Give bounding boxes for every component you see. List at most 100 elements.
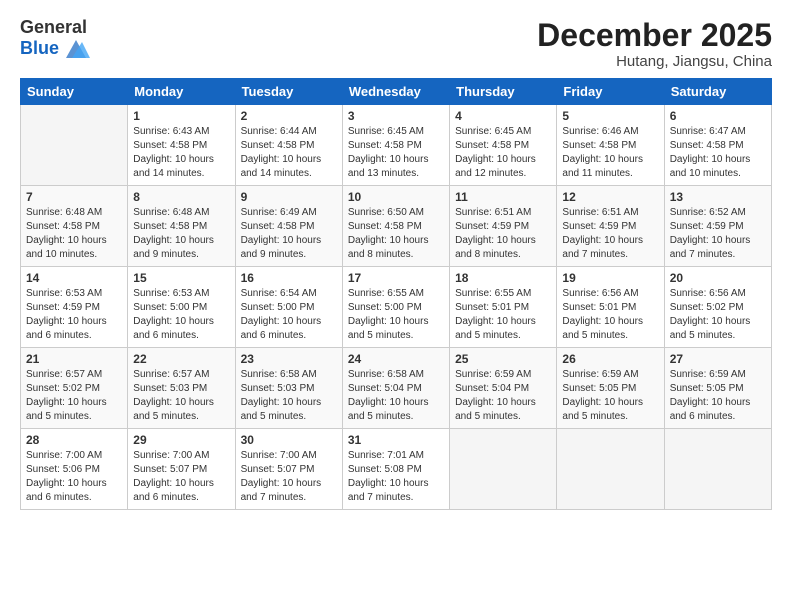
month-title: December 2025: [537, 18, 772, 53]
calendar-week-row: 1 Sunrise: 6:43 AM Sunset: 4:58 PM Daylig…: [21, 105, 772, 186]
day-number: 21: [26, 352, 122, 366]
calendar-table: Sunday Monday Tuesday Wednesday Thursday…: [20, 78, 772, 510]
day-number: 5: [562, 109, 658, 123]
table-row: 30 Sunrise: 7:00 AM Sunset: 5:07 PM Dayli…: [235, 429, 342, 510]
table-row: 16Sunrise: 6:54 AM Sunset: 5:00 PM Dayli…: [235, 267, 342, 348]
table-row: 2 Sunrise: 6:44 AM Sunset: 4:58 PM Daylig…: [235, 105, 342, 186]
day-info: Sunrise: 6:53 AM Sunset: 5:00 PM Dayligh…: [133, 287, 229, 343]
day-number: 1: [133, 109, 229, 123]
table-row: 17Sunrise: 6:55 AM Sunset: 5:00 PM Dayli…: [342, 267, 449, 348]
day-info: Sunrise: 6:46 AM Sunset: 4:58 PM Dayligh…: [562, 125, 658, 181]
day-info: Sunrise: 6:49 AM Sunset: 4:58 PM Dayligh…: [241, 206, 337, 262]
day-info: Sunrise: 6:44 AM Sunset: 4:58 PM Dayligh…: [241, 125, 337, 181]
col-wednesday: Wednesday: [342, 79, 449, 105]
table-row: [664, 429, 771, 510]
col-thursday: Thursday: [450, 79, 557, 105]
day-number: 18: [455, 271, 551, 285]
page-container: General Blue December 2025 Hutang, Jiang…: [0, 0, 792, 520]
day-number: 12: [562, 190, 658, 204]
day-info: Sunrise: 6:45 AM Sunset: 4:58 PM Dayligh…: [348, 125, 444, 181]
day-number: 14: [26, 271, 122, 285]
day-info: Sunrise: 6:45 AM Sunset: 4:58 PM Dayligh…: [455, 125, 551, 181]
table-row: 20 Sunrise: 6:56 AM Sunset: 5:02 PM Dayli…: [664, 267, 771, 348]
table-row: 31Sunrise: 7:01 AM Sunset: 5:08 PM Dayli…: [342, 429, 449, 510]
day-number: 8: [133, 190, 229, 204]
col-tuesday: Tuesday: [235, 79, 342, 105]
day-info: Sunrise: 6:54 AM Sunset: 5:00 PM Dayligh…: [241, 287, 337, 343]
table-row: 28 Sunrise: 7:00 AM Sunset: 5:06 PM Dayli…: [21, 429, 128, 510]
table-row: 3 Sunrise: 6:45 AM Sunset: 4:58 PM Daylig…: [342, 105, 449, 186]
day-number: 28: [26, 433, 122, 447]
day-number: 17: [348, 271, 444, 285]
day-info: Sunrise: 6:51 AM Sunset: 4:59 PM Dayligh…: [455, 206, 551, 262]
day-number: 10: [348, 190, 444, 204]
day-number: 13: [670, 190, 766, 204]
col-sunday: Sunday: [21, 79, 128, 105]
table-row: 4 Sunrise: 6:45 AM Sunset: 4:58 PM Daylig…: [450, 105, 557, 186]
calendar-week-row: 28 Sunrise: 7:00 AM Sunset: 5:06 PM Dayli…: [21, 429, 772, 510]
day-info: Sunrise: 6:55 AM Sunset: 5:01 PM Dayligh…: [455, 287, 551, 343]
table-row: 15 Sunrise: 6:53 AM Sunset: 5:00 PM Dayli…: [128, 267, 235, 348]
calendar-week-row: 7 Sunrise: 6:48 AM Sunset: 4:58 PM Daylig…: [21, 186, 772, 267]
table-row: 9 Sunrise: 6:49 AM Sunset: 4:58 PM Daylig…: [235, 186, 342, 267]
day-info: Sunrise: 7:00 AM Sunset: 5:07 PM Dayligh…: [241, 449, 337, 505]
day-number: 20: [670, 271, 766, 285]
day-number: 31: [348, 433, 444, 447]
table-row: 13 Sunrise: 6:52 AM Sunset: 4:59 PM Dayli…: [664, 186, 771, 267]
day-number: 29: [133, 433, 229, 447]
table-row: 10 Sunrise: 6:50 AM Sunset: 4:58 PM Dayli…: [342, 186, 449, 267]
table-row: 26Sunrise: 6:59 AM Sunset: 5:05 PM Dayli…: [557, 348, 664, 429]
table-row: 18 Sunrise: 6:55 AM Sunset: 5:01 PM Dayli…: [450, 267, 557, 348]
day-number: 25: [455, 352, 551, 366]
day-number: 19: [562, 271, 658, 285]
day-info: Sunrise: 6:59 AM Sunset: 5:04 PM Dayligh…: [455, 368, 551, 424]
day-info: Sunrise: 6:51 AM Sunset: 4:59 PM Dayligh…: [562, 206, 658, 262]
day-number: 9: [241, 190, 337, 204]
day-info: Sunrise: 7:00 AM Sunset: 5:06 PM Dayligh…: [26, 449, 122, 505]
day-number: 11: [455, 190, 551, 204]
table-row: 6Sunrise: 6:47 AM Sunset: 4:58 PM Daylig…: [664, 105, 771, 186]
day-info: Sunrise: 6:56 AM Sunset: 5:02 PM Dayligh…: [670, 287, 766, 343]
table-row: 29 Sunrise: 7:00 AM Sunset: 5:07 PM Dayli…: [128, 429, 235, 510]
table-row: 7 Sunrise: 6:48 AM Sunset: 4:58 PM Daylig…: [21, 186, 128, 267]
calendar-week-row: 21Sunrise: 6:57 AM Sunset: 5:02 PM Dayli…: [21, 348, 772, 429]
col-monday: Monday: [128, 79, 235, 105]
day-number: 15: [133, 271, 229, 285]
table-row: 24 Sunrise: 6:58 AM Sunset: 5:04 PM Dayli…: [342, 348, 449, 429]
table-row: 11 Sunrise: 6:51 AM Sunset: 4:59 PM Dayli…: [450, 186, 557, 267]
day-number: 3: [348, 109, 444, 123]
day-number: 22: [133, 352, 229, 366]
day-info: Sunrise: 6:48 AM Sunset: 4:58 PM Dayligh…: [26, 206, 122, 262]
day-number: 7: [26, 190, 122, 204]
col-saturday: Saturday: [664, 79, 771, 105]
day-info: Sunrise: 6:47 AM Sunset: 4:58 PM Dayligh…: [670, 125, 766, 181]
day-info: Sunrise: 6:43 AM Sunset: 4:58 PM Dayligh…: [133, 125, 229, 181]
logo-general: General: [20, 18, 90, 38]
day-info: Sunrise: 6:59 AM Sunset: 5:05 PM Dayligh…: [670, 368, 766, 424]
day-number: 4: [455, 109, 551, 123]
day-info: Sunrise: 7:00 AM Sunset: 5:07 PM Dayligh…: [133, 449, 229, 505]
day-info: Sunrise: 6:50 AM Sunset: 4:58 PM Dayligh…: [348, 206, 444, 262]
day-info: Sunrise: 6:58 AM Sunset: 5:04 PM Dayligh…: [348, 368, 444, 424]
day-number: 30: [241, 433, 337, 447]
day-info: Sunrise: 6:56 AM Sunset: 5:01 PM Dayligh…: [562, 287, 658, 343]
table-row: [450, 429, 557, 510]
day-info: Sunrise: 6:52 AM Sunset: 4:59 PM Dayligh…: [670, 206, 766, 262]
table-row: 1 Sunrise: 6:43 AM Sunset: 4:58 PM Daylig…: [128, 105, 235, 186]
location: Hutang, Jiangsu, China: [537, 53, 772, 70]
table-row: [21, 105, 128, 186]
day-number: 24: [348, 352, 444, 366]
header: General Blue December 2025 Hutang, Jiang…: [20, 18, 772, 70]
logo-blue: Blue: [20, 39, 59, 59]
day-number: 27: [670, 352, 766, 366]
table-row: 12 Sunrise: 6:51 AM Sunset: 4:59 PM Dayli…: [557, 186, 664, 267]
day-info: Sunrise: 6:59 AM Sunset: 5:05 PM Dayligh…: [562, 368, 658, 424]
day-info: Sunrise: 6:57 AM Sunset: 5:03 PM Dayligh…: [133, 368, 229, 424]
table-row: 27 Sunrise: 6:59 AM Sunset: 5:05 PM Dayli…: [664, 348, 771, 429]
col-friday: Friday: [557, 79, 664, 105]
table-row: 5 Sunrise: 6:46 AM Sunset: 4:58 PM Daylig…: [557, 105, 664, 186]
day-info: Sunrise: 6:48 AM Sunset: 4:58 PM Dayligh…: [133, 206, 229, 262]
day-number: 2: [241, 109, 337, 123]
table-row: [557, 429, 664, 510]
logo: General Blue: [20, 18, 90, 60]
